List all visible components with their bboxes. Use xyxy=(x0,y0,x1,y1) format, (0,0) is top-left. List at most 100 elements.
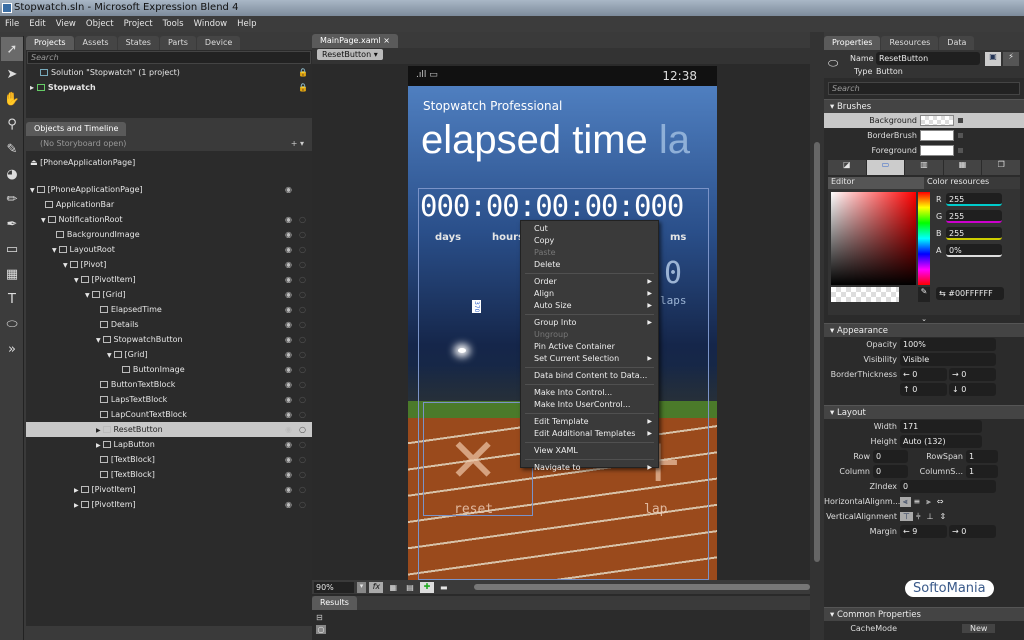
visibility-select[interactable]: Visible xyxy=(900,353,996,366)
menu-object[interactable]: Object xyxy=(81,16,119,32)
context-menu-item[interactable]: Set Current Selection ▶ xyxy=(521,353,658,365)
assets-expand-icon[interactable]: » xyxy=(1,337,23,361)
pencil-tool-icon[interactable]: ✏ xyxy=(1,187,23,211)
border-bottom-field[interactable]: ↓ 0 xyxy=(949,383,996,396)
context-menu-item[interactable]: Edit Template ▶ xyxy=(521,416,658,428)
advanced-options-icon[interactable] xyxy=(958,148,963,153)
hue-slider[interactable] xyxy=(918,192,930,285)
borderbrush-swatch[interactable] xyxy=(920,130,954,141)
align-top-icon[interactable]: ⊤ xyxy=(900,512,913,521)
tree-item[interactable]: ▼ NotificationRoot ◉ ○ xyxy=(26,212,312,227)
tab-states[interactable]: States xyxy=(117,36,159,50)
tree-item[interactable]: LapsTextBlock ◉ ○ xyxy=(26,392,312,407)
context-menu-item[interactable]: Copy xyxy=(521,235,658,247)
snap-lines-icon[interactable]: ✚ xyxy=(420,581,434,593)
gradient-brush-icon[interactable]: ▥ xyxy=(905,160,943,175)
align-right-icon[interactable]: ⫸ xyxy=(923,497,934,507)
context-menu-item[interactable]: Make Into UserControl... xyxy=(521,399,658,411)
column-field[interactable]: 0 xyxy=(873,465,908,478)
tree-item[interactable]: BackgroundImage ◉ ○ xyxy=(26,227,312,242)
height-field[interactable]: Auto (132) xyxy=(900,435,982,448)
tree-item[interactable]: ▶ LapButton ◉ ○ xyxy=(26,437,312,452)
properties-search-input[interactable]: Search xyxy=(828,82,1020,95)
horizontal-scrollbar[interactable] xyxy=(473,584,810,590)
no-brush-icon[interactable]: ◪ xyxy=(828,160,866,175)
output-icon[interactable]: ○ xyxy=(316,625,326,634)
b-field[interactable]: 255 xyxy=(946,227,1002,240)
border-left-field[interactable]: ← 0 xyxy=(900,368,947,381)
tree-item[interactable]: Details ◉ ○ xyxy=(26,317,312,332)
context-menu-item[interactable]: Cut xyxy=(521,223,658,235)
border-top-field[interactable]: ↑ 0 xyxy=(900,383,947,396)
annotations-icon[interactable]: ▬ xyxy=(437,583,451,592)
tree-item[interactable]: ApplicationBar xyxy=(26,197,312,212)
tab-projects[interactable]: Projects xyxy=(26,36,74,50)
lock-toggle-icon[interactable]: ○ xyxy=(299,407,306,422)
tree-item[interactable]: [TextBlock] ◉ ○ xyxy=(26,467,312,482)
scope-up-icon[interactable]: ⏏ xyxy=(30,158,40,167)
tree-item[interactable]: ▼ [PhoneApplicationPage] ◉ xyxy=(26,182,312,197)
margin-right-field[interactable]: → 0 xyxy=(949,525,996,538)
expand-brushes-icon[interactable]: ⌄ xyxy=(824,315,1024,323)
events-view-icon[interactable]: ⚡ xyxy=(1003,52,1019,66)
lock-toggle-icon[interactable]: ○ xyxy=(299,497,306,512)
row-field[interactable]: 0 xyxy=(873,450,908,463)
lock-toggle-icon[interactable]: ○ xyxy=(299,437,306,452)
eye-icon[interactable]: ◉ xyxy=(285,467,292,482)
vertical-scrollbar[interactable] xyxy=(814,142,820,562)
tree-item[interactable]: ▼ [PivotItem] ◉ ○ xyxy=(26,272,312,287)
align-left-icon[interactable]: ⫷ xyxy=(900,496,911,507)
storyboard-selector[interactable]: (No Storyboard open) + ▾ xyxy=(26,136,312,151)
tab-resources[interactable]: Resources xyxy=(881,36,939,50)
direct-selection-tool-icon[interactable]: ➤ xyxy=(1,62,23,86)
align-center-icon[interactable]: ≡ xyxy=(911,497,924,506)
eye-icon[interactable]: ◉ xyxy=(285,482,292,497)
objects-timeline-tab[interactable]: Objects and Timeline xyxy=(26,122,127,136)
tree-item[interactable]: ▼ StopwatchButton ◉ ○ xyxy=(26,332,312,347)
breadcrumb-button[interactable]: ResetButton ▾ xyxy=(317,49,383,60)
layout-section[interactable]: ▾ Layout xyxy=(824,405,1024,419)
eye-icon[interactable]: ◉ xyxy=(285,242,292,257)
eye-icon[interactable]: ◉ xyxy=(285,407,292,422)
lock-toggle-icon[interactable]: ○ xyxy=(299,212,306,227)
eye-icon[interactable]: ◉ xyxy=(285,257,292,272)
lock-toggle-icon[interactable]: ○ xyxy=(299,257,306,272)
context-menu-item[interactable]: Data bind Content to Data... xyxy=(521,370,658,382)
tree-item[interactable]: ▶ ResetButton ◉ ○ xyxy=(26,422,312,437)
eye-icon[interactable]: ◉ xyxy=(285,422,292,437)
background-brush-row[interactable]: Background xyxy=(824,113,1024,128)
rectangle-tool-icon[interactable]: ▭ xyxy=(1,237,23,261)
context-menu-item[interactable]: Order ▶ xyxy=(521,276,658,288)
menu-tools[interactable]: Tools xyxy=(158,16,189,32)
lock-toggle-icon[interactable]: ○ xyxy=(299,227,306,242)
tree-item[interactable]: ▼ [Grid] ◉ ○ xyxy=(26,347,312,362)
g-field[interactable]: 255 xyxy=(946,210,1002,223)
project-item[interactable]: ▸ Stopwatch 🔒 xyxy=(26,80,312,95)
name-field[interactable]: ResetButton xyxy=(876,52,980,65)
lock-icon[interactable]: 🔒 xyxy=(298,80,308,95)
a-field[interactable]: 0% xyxy=(946,244,1002,257)
margin-left-field[interactable]: ← 9 xyxy=(900,525,947,538)
tab-properties[interactable]: Properties xyxy=(824,36,881,50)
common-properties-section[interactable]: ▾ Common Properties xyxy=(824,607,1024,621)
context-menu-item[interactable]: Edit Additional Templates ▶ xyxy=(521,428,658,440)
projects-search-input[interactable]: Search xyxy=(27,51,311,64)
lock-toggle-icon[interactable]: ○ xyxy=(299,377,306,392)
tree-item[interactable]: ButtonImage ◉ ○ xyxy=(26,362,312,377)
context-menu-item[interactable]: View XAML xyxy=(521,445,658,457)
tree-item[interactable]: ▼ LayoutRoot ◉ ○ xyxy=(26,242,312,257)
hex-field[interactable]: ⇆ #00FFFFFF xyxy=(936,287,1004,300)
eye-icon[interactable]: ◉ xyxy=(285,212,292,227)
borderbrush-brush-row[interactable]: BorderBrush xyxy=(824,128,1024,143)
results-tab[interactable]: Results xyxy=(312,596,357,610)
tile-brush-icon[interactable]: ▦ xyxy=(943,160,982,175)
pan-tool-icon[interactable]: ✋ xyxy=(1,87,23,111)
foreground-swatch[interactable] xyxy=(920,145,954,156)
menu-file[interactable]: File xyxy=(0,16,24,32)
color-field[interactable] xyxy=(831,192,916,285)
align-stretch-icon[interactable]: ⇔ xyxy=(934,497,947,506)
appearance-section[interactable]: ▾ Appearance xyxy=(824,323,1024,337)
tree-item[interactable]: ▼ [Grid] ◉ ○ xyxy=(26,287,312,302)
menu-window[interactable]: Window xyxy=(189,16,233,32)
text-tool-icon[interactable]: T xyxy=(1,287,23,311)
